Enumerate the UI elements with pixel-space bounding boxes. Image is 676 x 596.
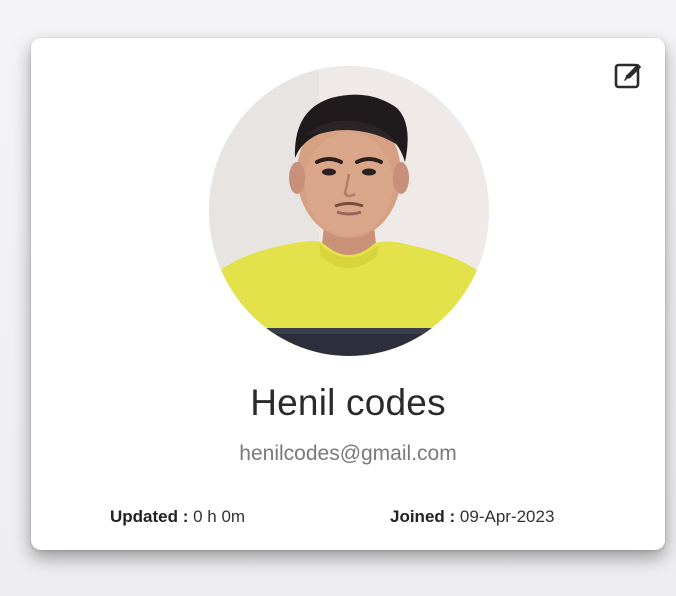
page-background: Henil codes henilcodes@gmail.com Updated… [0,0,676,596]
profile-photo [209,66,489,356]
joined-value: 09-Apr-2023 [459,507,555,526]
profile-email: henilcodes@gmail.com [239,442,457,465]
edit-profile-button[interactable] [611,58,647,94]
edit-icon [614,63,642,89]
profile-name: Henil codes [250,382,446,423]
updated-value: 0 h 0m [193,507,246,526]
updated-label: Updated : [110,507,189,526]
updated-info: Updated : 0 h 0m [110,507,245,527]
joined-label: Joined : [390,507,456,526]
joined-info: Joined : 09-Apr-2023 [390,507,554,527]
profile-card: Henil codes henilcodes@gmail.com Updated… [31,38,665,550]
